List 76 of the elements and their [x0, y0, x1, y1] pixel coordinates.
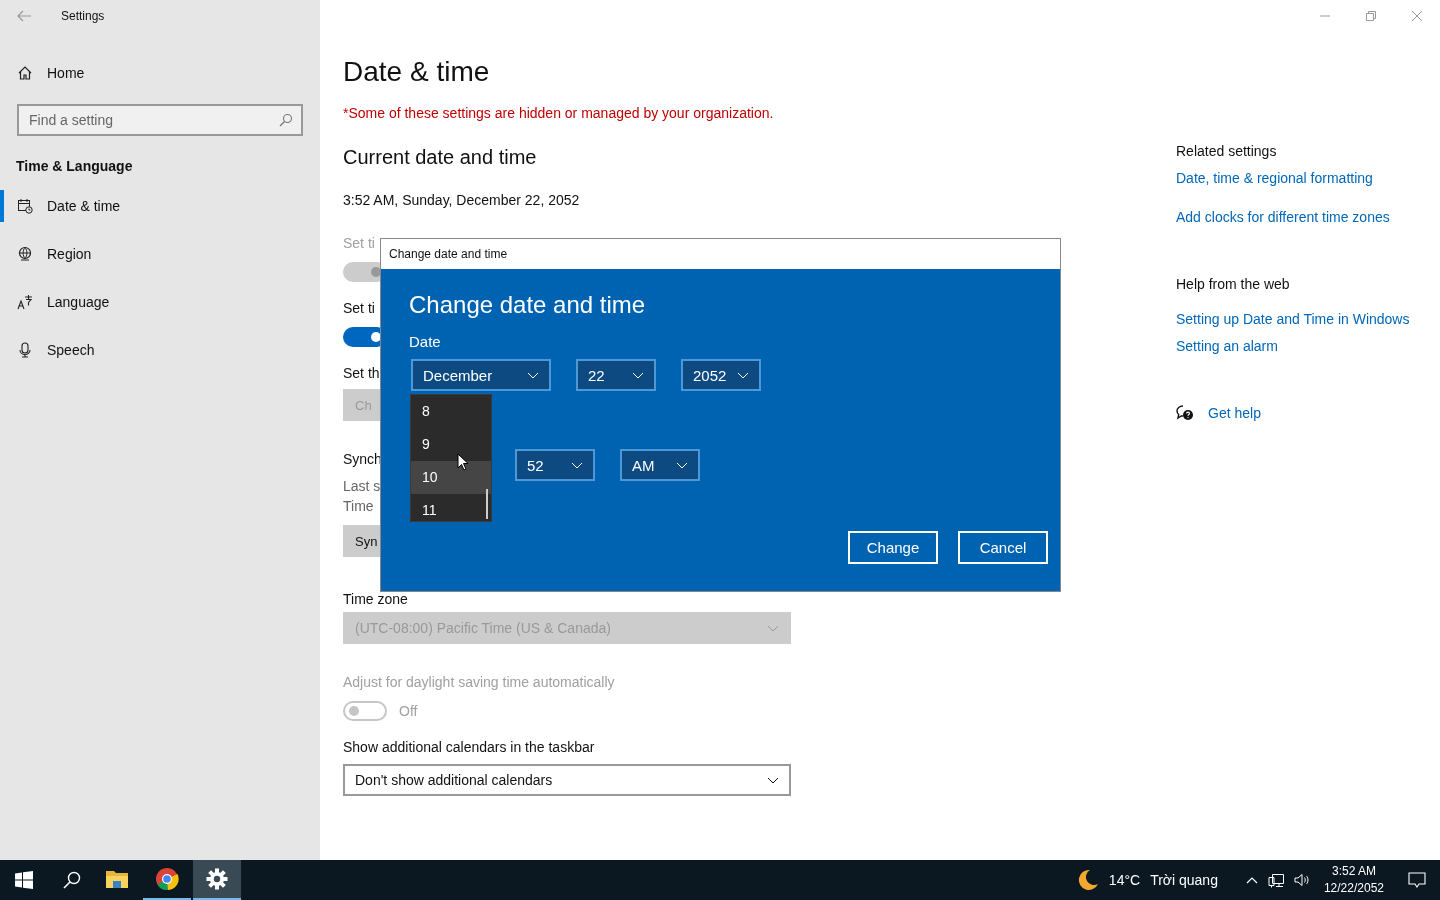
weather-text[interactable]: Trời quang: [1150, 872, 1218, 888]
date-dropdown[interactable]: 2052: [681, 359, 761, 391]
scrollbar[interactable]: [486, 489, 488, 519]
home-icon: [17, 65, 33, 81]
notification-icon[interactable]: [1408, 872, 1426, 888]
chevron-down-icon: [571, 461, 583, 469]
setting-label: Adjust for daylight saving time automatically: [343, 673, 615, 692]
section-heading: Current date and time: [343, 145, 537, 170]
link[interactable]: Date, time & regional formatting: [1176, 168, 1373, 188]
link[interactable]: Add clocks for different time zones: [1176, 207, 1390, 227]
folder-icon: [105, 869, 129, 889]
browser-icon: [155, 867, 179, 891]
date-dropdown[interactable]: 22: [576, 359, 656, 391]
dialog-title: Change date and time: [389, 247, 508, 261]
chat-help-icon: [1176, 405, 1194, 421]
restore-icon[interactable]: [1366, 11, 1376, 21]
chevron-up-icon[interactable]: [1245, 876, 1258, 884]
clock-date[interactable]: 12/22/2052: [1323, 880, 1384, 897]
search-icon: [279, 113, 293, 127]
start-icon[interactable]: [15, 871, 33, 889]
calendar-icon: [17, 198, 33, 214]
calendars-dropdown[interactable]: Don't show additional calendars: [343, 764, 791, 796]
taskbar-app[interactable]: [193, 860, 241, 900]
chevron-down-icon: [632, 371, 644, 379]
nav-item[interactable]: Region: [0, 238, 217, 270]
setting-label: Set ti: [343, 234, 375, 253]
section-heading: Help from the web: [1176, 275, 1290, 294]
toggle-state: Off: [399, 702, 418, 721]
moon-icon: [1076, 869, 1099, 891]
dropdown-option[interactable]: 8: [411, 395, 491, 428]
network-icon[interactable]: [1267, 872, 1284, 888]
page-title: Date & time: [343, 55, 490, 89]
section-heading: Related settings: [1176, 142, 1277, 161]
chevron-down-icon: [527, 371, 539, 379]
weather-temperature[interactable]: 14°C: [1108, 872, 1141, 888]
section-heading: Time & Language: [16, 158, 133, 174]
setting-note: Time: [343, 497, 374, 516]
close-icon[interactable]: [1412, 11, 1422, 21]
chevron-down-icon: [767, 776, 779, 784]
dialog-button[interactable]: Cancel: [958, 531, 1048, 564]
current-date-time: 3:52 AM, Sunday, December 22, 2052: [343, 191, 580, 210]
link[interactable]: Setting up Date and Time in Windows: [1176, 309, 1410, 329]
gear-icon: [206, 868, 228, 890]
dropdown-option[interactable]: 10: [411, 461, 491, 494]
dropdown-option[interactable]: 9: [411, 428, 491, 461]
setting-note: Last s: [343, 477, 381, 496]
field-label: Date: [409, 332, 441, 352]
get-help-link[interactable]: Get help: [1208, 403, 1261, 423]
setting-label: Set ti: [343, 299, 375, 318]
cursor-icon: [457, 453, 469, 471]
microphone-icon: [17, 342, 33, 358]
time-dropdown[interactable]: 52: [515, 449, 595, 481]
date-dropdown[interactable]: December: [411, 359, 551, 391]
globe-icon: [17, 246, 33, 262]
notice-text: *Some of these settings are hidden or managed by your organization.: [343, 104, 774, 123]
speaker-icon[interactable]: [1293, 873, 1310, 887]
language-icon: [17, 294, 33, 310]
link[interactable]: Setting an alarm: [1176, 336, 1278, 356]
search-field[interactable]: Find a setting: [17, 104, 303, 136]
nav-item[interactable]: Speech: [0, 334, 217, 366]
chevron-down-icon: [767, 624, 779, 632]
chevron-down-icon: [676, 461, 688, 469]
clock-time[interactable]: 3:52 AM: [1331, 863, 1376, 880]
setting-label: Set th: [343, 364, 380, 383]
nav-item[interactable]: Language: [0, 286, 217, 318]
dialog-button[interactable]: Change: [848, 531, 938, 564]
chevron-down-icon: [737, 371, 749, 379]
field-label: Show additional calendars in the taskbar: [343, 738, 595, 757]
home-link[interactable]: Home: [17, 57, 85, 89]
search-icon[interactable]: [63, 871, 81, 889]
window-title: Settings: [61, 9, 105, 23]
field-label: Time zone: [343, 590, 408, 609]
time-dropdown[interactable]: AM: [620, 449, 700, 481]
nav-item[interactable]: Date & time: [0, 190, 217, 222]
dialog-heading: Change date and time: [409, 290, 646, 320]
dropdown-option[interactable]: 11: [411, 494, 491, 527]
